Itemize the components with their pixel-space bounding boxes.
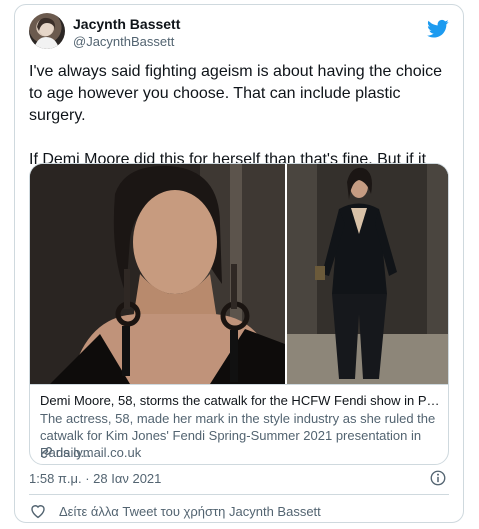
author-handle[interactable]: @JacynthBassett <box>73 34 174 49</box>
link-icon <box>40 445 56 460</box>
tweet-card: Jacynth Bassett @JacynthBassett I've alw… <box>14 4 464 523</box>
avatar[interactable] <box>29 13 65 49</box>
tweet-timestamp[interactable]: 1:58 π.μ. · 28 Ιαν 2021 <box>29 471 161 486</box>
link-domain-text: dailymail.co.uk <box>56 445 142 460</box>
more-tweets-link[interactable]: Δείτε άλλα Tweet του χρήστη Jacynth Bass… <box>59 504 321 519</box>
preview-images <box>30 164 448 384</box>
preview-photo-closeup <box>30 164 285 384</box>
link-domain[interactable]: dailymail.co.uk <box>40 445 141 460</box>
author-name[interactable]: Jacynth Bassett <box>73 16 180 32</box>
divider <box>29 494 449 495</box>
tweet-footer: Δείτε άλλα Tweet του χρήστη Jacynth Bass… <box>29 501 449 521</box>
tweet-paragraph: I've always said fighting ageism is abou… <box>29 63 443 124</box>
link-preview-card[interactable]: Demi Moore, 58, storms the catwalk for t… <box>29 163 449 465</box>
info-icon[interactable] <box>429 469 447 487</box>
tweet-header: Jacynth Bassett @JacynthBassett <box>29 13 449 53</box>
heart-icon[interactable] <box>29 502 47 520</box>
link-title[interactable]: Demi Moore, 58, storms the catwalk for t… <box>40 393 440 408</box>
preview-photo-runway <box>287 164 448 384</box>
twitter-bird-icon[interactable] <box>427 19 449 39</box>
link-meta[interactable]: Demi Moore, 58, storms the catwalk for t… <box>30 384 448 464</box>
